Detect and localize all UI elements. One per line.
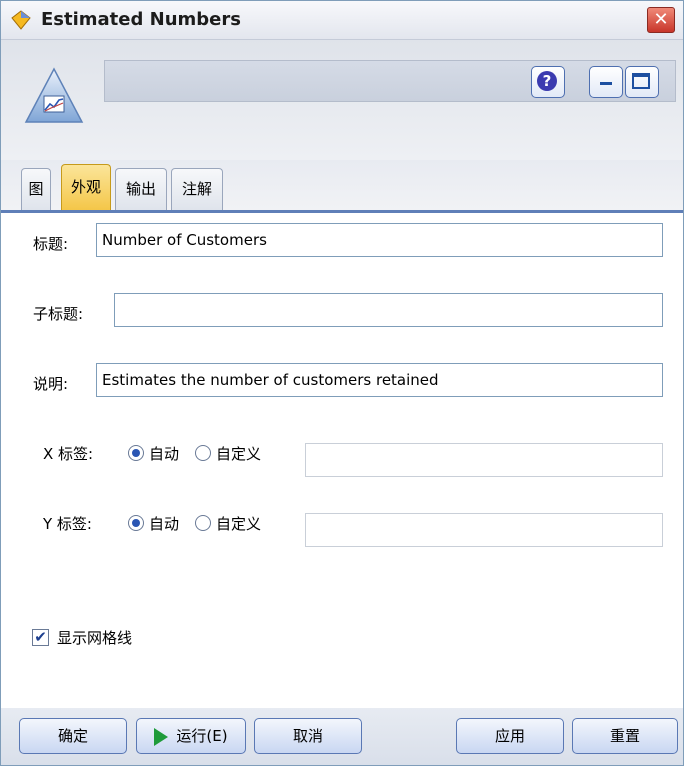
apply-button[interactable]: 应用	[456, 718, 564, 754]
apply-button-label: 应用	[494, 727, 525, 745]
show-grid-checkbox[interactable]: ✔	[32, 629, 49, 646]
help-button[interactable]: ?	[531, 66, 565, 98]
maximize-icon	[632, 73, 650, 89]
minimize-button[interactable]	[589, 66, 623, 98]
tab-plot[interactable]: 图	[21, 168, 51, 210]
y-custom-radio[interactable]	[195, 515, 211, 531]
subtitle-label: 子标题:	[33, 305, 84, 323]
title-bar[interactable]: Estimated Numbers ✕	[1, 1, 683, 40]
subtitle-input[interactable]	[114, 293, 663, 327]
reset-button[interactable]: 重置	[572, 718, 678, 754]
y-label-label: Y 标签:	[43, 515, 92, 533]
x-auto-radio[interactable]	[128, 445, 144, 461]
minimize-icon	[600, 82, 612, 85]
node-header: ?	[1, 40, 683, 160]
y-custom-label: 自定义	[216, 515, 262, 533]
tab-annotations[interactable]: 注解	[171, 168, 223, 210]
x-label-label: X 标签:	[43, 445, 94, 463]
cancel-button-label: 取消	[292, 727, 323, 745]
node-diamond-icon	[11, 10, 31, 30]
caption-input[interactable]	[96, 363, 663, 397]
run-button-label: 运行(E)	[176, 727, 228, 745]
title-input[interactable]	[96, 223, 663, 257]
play-icon	[154, 727, 169, 746]
x-custom-label: 自定义	[216, 445, 262, 463]
dialog-window: Estimated Numbers ✕ ? 图 外观 输出 注解 标题: Num…	[0, 0, 684, 766]
maximize-button[interactable]	[625, 66, 659, 98]
close-button[interactable]: ✕	[647, 7, 675, 33]
y-auto-radio[interactable]	[128, 515, 144, 531]
x-auto-label: 自动	[149, 445, 180, 463]
evaluation-chart-icon	[24, 67, 84, 123]
close-icon: ✕	[653, 9, 669, 30]
show-grid-label: 显示网格线	[57, 629, 133, 647]
y-auto-label: 自动	[149, 515, 180, 533]
tab-bar: 图 外观 输出 注解	[1, 160, 683, 212]
ok-button[interactable]: 确定	[19, 718, 127, 754]
button-bar: 确定 运行(E) 取消 应用 重置	[1, 708, 683, 765]
cancel-button[interactable]: 取消	[254, 718, 362, 754]
title-label: 标题:	[33, 235, 69, 253]
x-label-input[interactable]	[305, 443, 663, 477]
help-icon: ?	[537, 71, 557, 91]
tab-appearance[interactable]: 外观	[61, 164, 111, 212]
checkmark-icon: ✔	[34, 628, 47, 646]
caption-label: 说明:	[33, 375, 69, 393]
y-label-input[interactable]	[305, 513, 663, 547]
window-title: Estimated Numbers	[41, 9, 241, 30]
x-custom-radio[interactable]	[195, 445, 211, 461]
ok-button-label: 确定	[57, 727, 88, 745]
reset-button-label: 重置	[609, 727, 640, 745]
tab-output[interactable]: 输出	[115, 168, 167, 210]
appearance-panel: 标题: 子标题: 说明: X 标签: 自动 自定义 Y 标签: 自动 自定义 ✔…	[1, 213, 683, 708]
run-button[interactable]: 运行(E)	[136, 718, 246, 754]
